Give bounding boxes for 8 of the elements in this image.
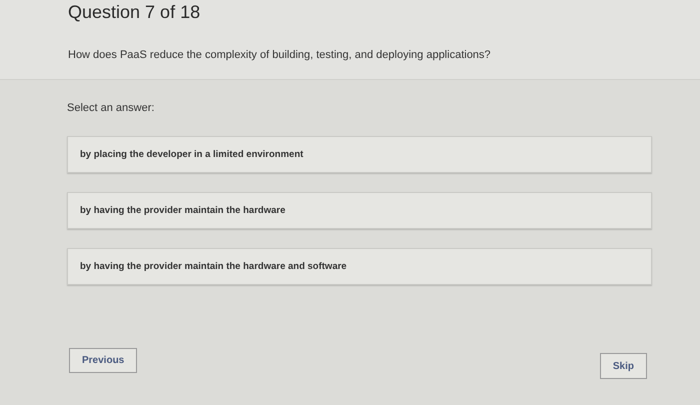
answer-option[interactable]: by placing the developer in a limited environment — [67, 136, 652, 173]
question-counter: Question 7 of 18 — [68, 2, 200, 23]
question-text: How does PaaS reduce the complexity of building, testing, and deploying applications? — [68, 49, 491, 61]
previous-button[interactable]: Previous — [69, 348, 138, 373]
answer-option[interactable]: by having the provider maintain the hardware — [67, 192, 652, 229]
skip-button[interactable]: Skip — [600, 353, 647, 379]
answer-prompt: Select an answer: — [67, 102, 154, 114]
answer-option[interactable]: by having the provider maintain the hardware and software — [67, 248, 652, 285]
